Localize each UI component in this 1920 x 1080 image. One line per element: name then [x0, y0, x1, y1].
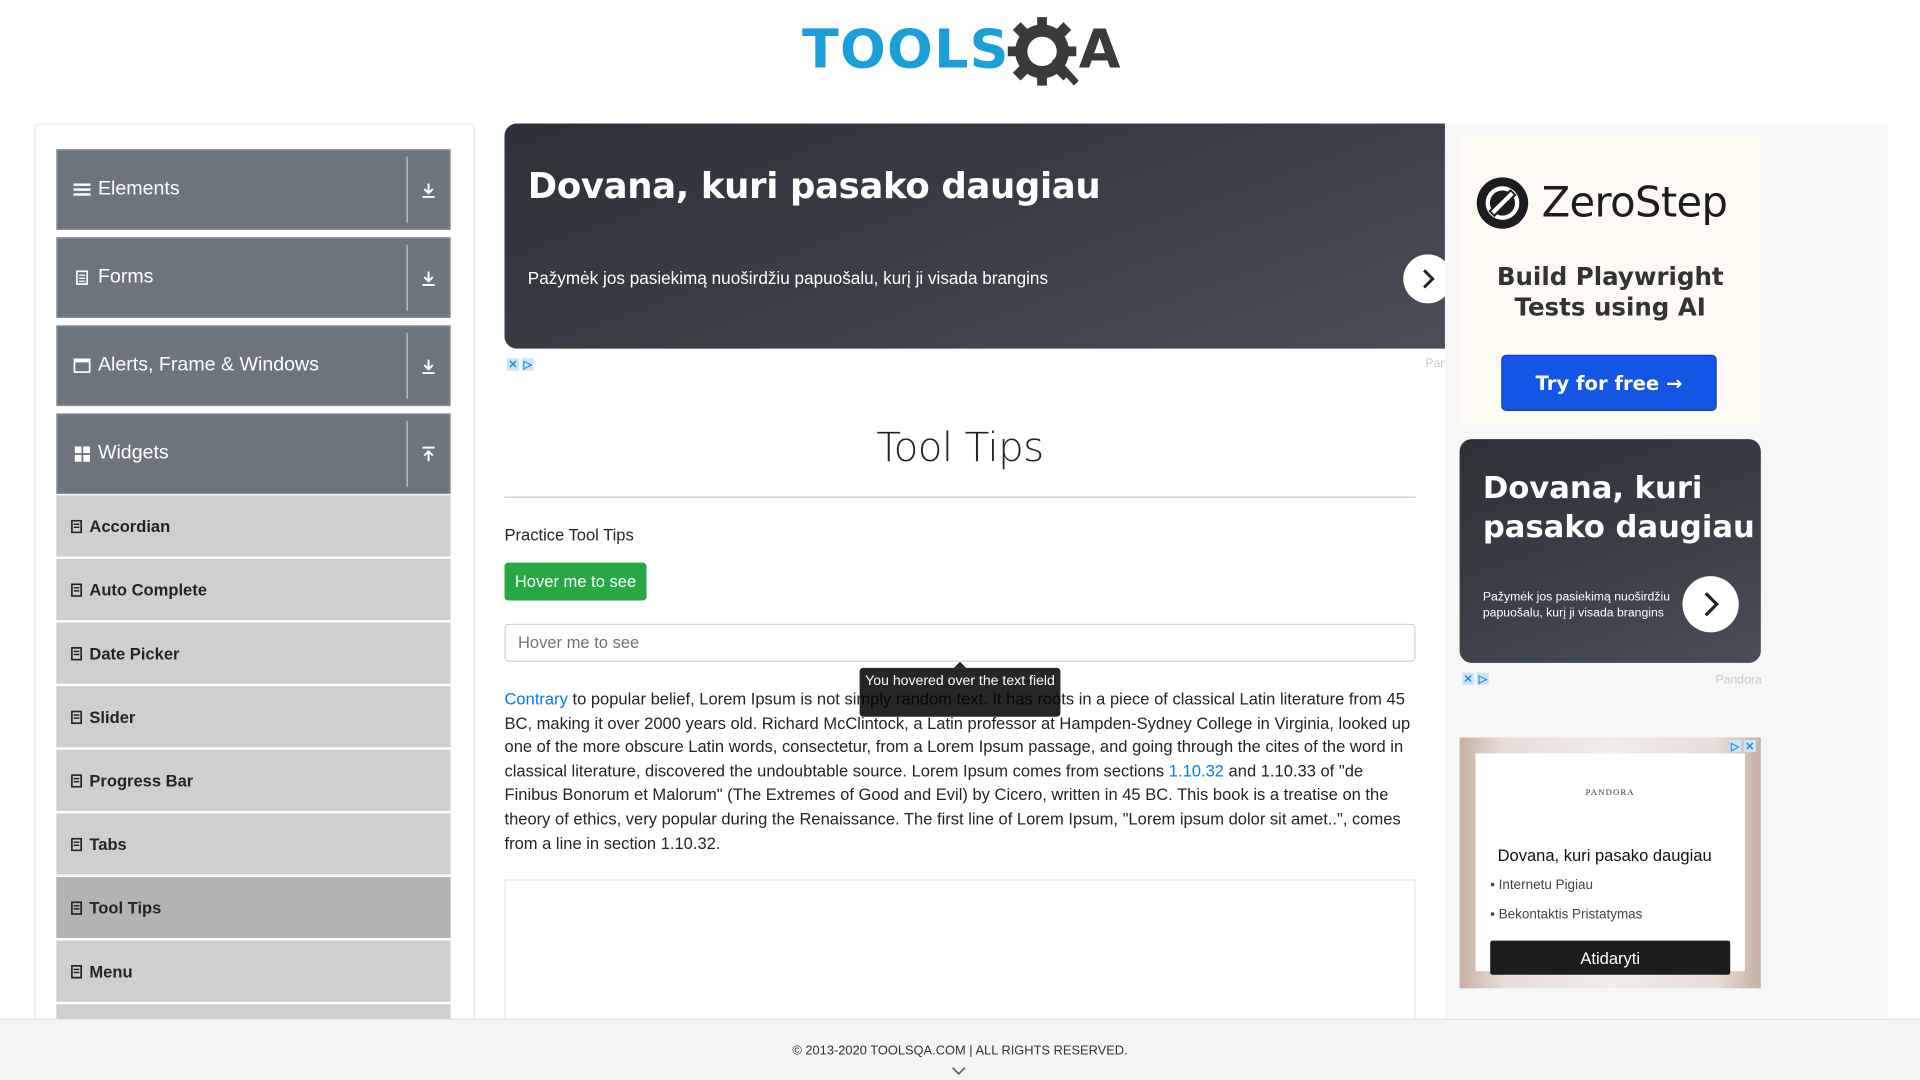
- sidebar-item-label: Tool Tips: [89, 898, 162, 917]
- ad-bullet: • Internetu Pigiau: [1490, 878, 1594, 893]
- sidebar-group-widgets[interactable]: Widgets: [56, 413, 451, 495]
- content-frame: [504, 879, 1416, 1027]
- ad-text: Pažymėk jos pasiekimą nuoširdžiu papuoša…: [527, 267, 1049, 288]
- sidebar-item-tool-tips[interactable]: Tool Tips: [56, 875, 451, 939]
- page-title: Tool Tips: [876, 423, 1044, 471]
- ad-banner-top[interactable]: Dovana, kuri pasako daugiau Pažymėk jos …: [504, 123, 1448, 349]
- sidebar: Elements Forms Alerts, Frame & Windows W…: [34, 123, 476, 1029]
- divider: [504, 496, 1416, 498]
- sidebar-item-label: Accordian: [89, 516, 171, 536]
- upload-arrow-icon[interactable]: [408, 413, 450, 494]
- ad-title: Dovana, kuri pasako daugiau: [1482, 469, 1755, 545]
- adchoices-icon[interactable]: ▷ ✕: [1728, 739, 1758, 753]
- grid-icon: [73, 445, 90, 462]
- download-arrow-icon[interactable]: [408, 149, 450, 230]
- list-doc-icon: [71, 519, 83, 533]
- sidebar-item-slider[interactable]: Slider: [56, 684, 451, 748]
- footer: © 2013-2020 TOOLSQA.COM | ALL RIGHTS RES…: [0, 1018, 1920, 1080]
- list-doc-icon: [71, 646, 83, 660]
- pandora-ad[interactable]: PANDORA Dovana, kuri pasako daugiau • In…: [1459, 737, 1761, 989]
- sidebar-group-alerts[interactable]: Alerts, Frame & Windows: [56, 325, 451, 407]
- download-arrow-icon[interactable]: [408, 237, 450, 318]
- window-icon: [73, 357, 91, 374]
- chevron-right-icon: [1423, 269, 1435, 289]
- chevron-down-icon[interactable]: [951, 1067, 966, 1077]
- ad-text: Pažymėk jos pasiekimą nuoširdžiu papuoša…: [1482, 590, 1671, 621]
- try-for-free-button[interactable]: Try for free →: [1501, 354, 1717, 411]
- sidebar-item-auto-complete[interactable]: Auto Complete: [56, 557, 451, 621]
- sidebar-group-label: Forms: [97, 266, 154, 288]
- pandora-brand: PANDORA: [1585, 787, 1635, 798]
- sidebar-item-label: Menu: [89, 961, 133, 981]
- ad-next-button[interactable]: [1682, 576, 1739, 633]
- sidebar-group-elements[interactable]: Elements: [56, 149, 451, 230]
- ad-title: Dovana, kuri pasako daugiau: [527, 165, 1101, 207]
- zerostep-logo: ZeroStep: [1476, 176, 1728, 230]
- list-doc-icon: [71, 582, 83, 597]
- adchoices-icon[interactable]: ✕ ▷: [1462, 672, 1491, 686]
- zerostep-ad[interactable]: ZeroStep Build Playwright Tests using AI…: [1459, 136, 1761, 426]
- sidebar-item-label: Progress Bar: [89, 771, 194, 790]
- hover-text-field[interactable]: [504, 623, 1416, 662]
- contrary-link[interactable]: Contrary: [504, 690, 567, 708]
- hover-button[interactable]: Hover me to see: [504, 562, 647, 601]
- sidebar-group-forms[interactable]: Forms: [56, 237, 451, 319]
- ad-title: Dovana, kuri pasako daugiau: [1497, 846, 1712, 865]
- download-arrow-icon[interactable]: [408, 325, 450, 406]
- toolsqa-logo[interactable]: TOOLS A: [802, 15, 1123, 91]
- practice-label: Practice Tool Tips: [504, 525, 634, 545]
- zerostep-tagline: Build Playwright Tests using AI: [1496, 261, 1724, 322]
- sidebar-item-accordian[interactable]: Accordian: [56, 494, 451, 557]
- sidebar-group-label: Alerts, Frame & Windows: [97, 354, 319, 376]
- sidebar-group-label: Widgets: [97, 442, 169, 464]
- list-doc-icon: [71, 773, 83, 788]
- logo-accent: A: [1078, 18, 1121, 81]
- list-doc-icon: [71, 900, 83, 915]
- adchoices-icon[interactable]: ✕ ▷: [506, 358, 536, 371]
- logo-text: TOOLS: [802, 18, 1010, 81]
- sidebar-item-label: Date Picker: [89, 643, 180, 663]
- sidebar-item-label: Auto Complete: [89, 580, 207, 599]
- list-doc-icon: [71, 964, 83, 978]
- chevron-right-icon: [1704, 592, 1720, 617]
- zerostep-logo-icon: [1476, 177, 1529, 229]
- document-icon: [73, 269, 90, 286]
- list-doc-icon: [71, 837, 83, 851]
- sidebar-item-tabs[interactable]: Tabs: [56, 812, 451, 875]
- open-button[interactable]: Atidaryti: [1490, 940, 1731, 975]
- footer-copyright: © 2013-2020 TOOLSQA.COM | ALL RIGHTS RES…: [792, 1043, 1128, 1058]
- ad-source-label: Pan: [1425, 357, 1448, 371]
- sidebar-item-label: Slider: [89, 707, 136, 726]
- pandora-ad-card: PANDORA Dovana, kuri pasako daugiau • In…: [1475, 753, 1745, 975]
- sidebar-item-label: Tabs: [89, 834, 127, 854]
- list-doc-icon: [71, 710, 83, 724]
- ad-bullet: • Bekontaktis Pristatymas: [1490, 907, 1643, 923]
- menu-lines-icon: [73, 181, 91, 198]
- tooltip: You hovered over the text field: [859, 667, 1061, 717]
- ad-source-label: Pandora: [1715, 673, 1762, 688]
- dovana-ad-card[interactable]: Dovana, kuri pasako daugiau Pažymėk jos …: [1459, 439, 1761, 663]
- sidebar-item-date-picker[interactable]: Date Picker: [56, 621, 451, 684]
- gear-q-icon: [1007, 17, 1079, 86]
- zerostep-name: ZeroStep: [1541, 178, 1728, 228]
- section-link[interactable]: 1.10.32: [1169, 762, 1224, 780]
- sidebar-group-label: Elements: [97, 178, 180, 200]
- sidebar-item-menu[interactable]: Menu: [56, 939, 451, 1002]
- sidebar-item-progress-bar[interactable]: Progress Bar: [56, 748, 451, 811]
